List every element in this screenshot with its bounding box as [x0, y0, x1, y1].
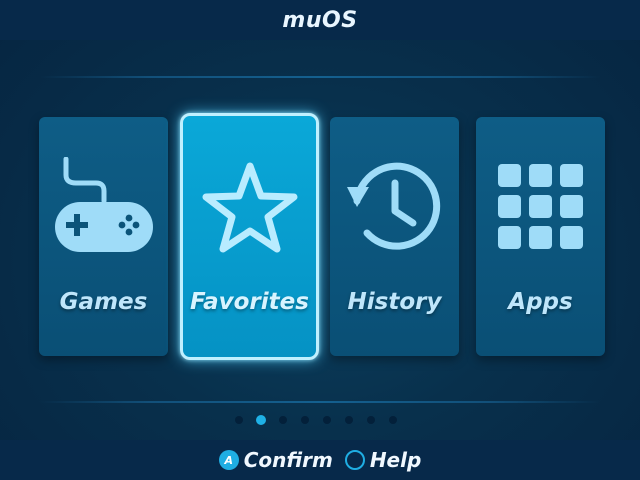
confirm-label: Confirm — [243, 448, 333, 472]
menu-item-label: Games — [59, 289, 148, 315]
page-dot-active — [256, 415, 266, 425]
bottom-divider — [40, 401, 600, 403]
help-hint[interactable]: Help — [344, 448, 422, 472]
menu-item-label: Favorites — [190, 289, 309, 315]
page-dot — [367, 416, 375, 424]
page-dot — [301, 416, 309, 424]
menu-item-games[interactable]: Games — [39, 117, 168, 356]
star-icon — [183, 158, 316, 258]
bottom-bar: A Confirm Help — [0, 440, 640, 480]
circle-button-icon — [344, 450, 365, 470]
apps-grid-icon — [476, 157, 605, 257]
page-indicator — [0, 415, 640, 426]
confirm-hint[interactable]: A Confirm — [218, 448, 333, 472]
page-dot — [345, 416, 353, 424]
a-button-icon: A — [218, 450, 239, 470]
gamepad-icon — [39, 157, 168, 257]
menu-item-label: Apps — [508, 289, 573, 315]
menu-item-favorites[interactable]: Favorites — [180, 113, 319, 360]
history-clock-icon — [330, 157, 459, 257]
page-dot — [279, 416, 287, 424]
page-dot — [389, 416, 397, 424]
app-title: muOS — [282, 7, 358, 33]
page-dot — [323, 416, 331, 424]
top-bar: muOS — [0, 0, 640, 40]
top-divider — [40, 76, 600, 78]
menu-item-history[interactable]: History — [330, 117, 459, 356]
menu-item-label: History — [347, 289, 442, 315]
page-dot — [235, 416, 243, 424]
help-label: Help — [369, 448, 422, 472]
menu-item-apps[interactable]: Apps — [476, 117, 605, 356]
